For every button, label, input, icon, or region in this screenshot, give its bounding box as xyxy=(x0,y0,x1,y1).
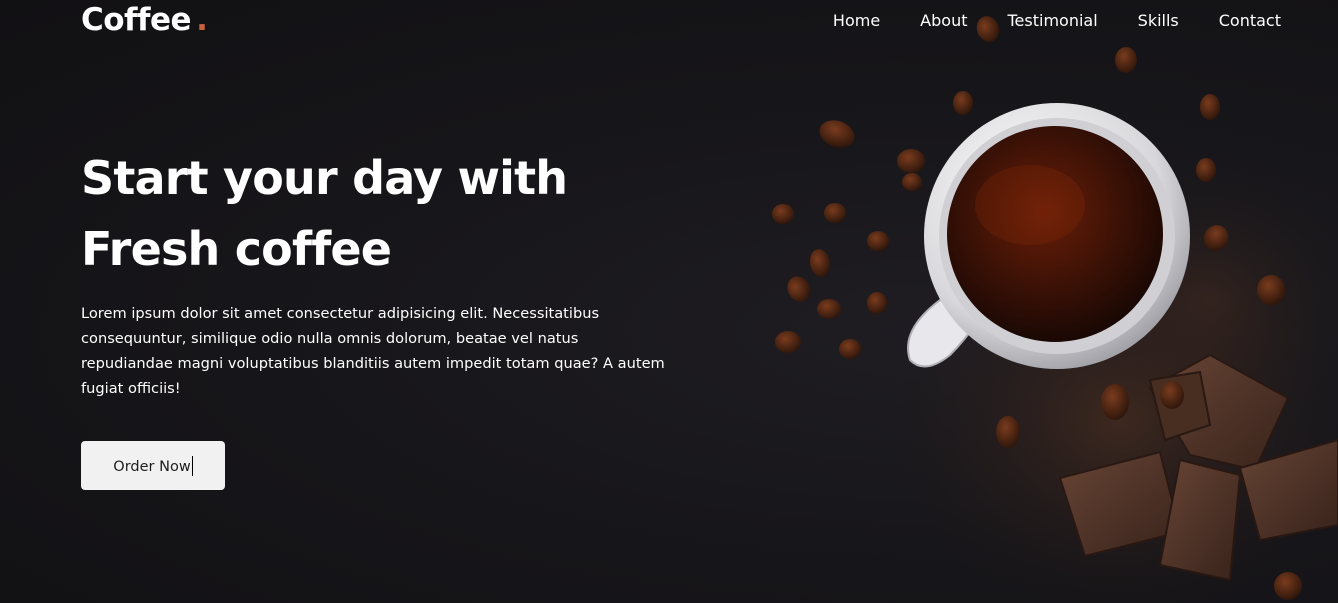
order-now-button[interactable]: Order Now xyxy=(81,441,225,490)
logo-text: Coffee xyxy=(81,2,192,38)
hero-title: Start your day with Fresh coffee xyxy=(81,143,568,285)
nav-link-home[interactable]: Home xyxy=(833,11,880,30)
hero-title-line-1: Start your day with xyxy=(81,151,568,205)
nav-menu: Home About Testimonial Skills Contact xyxy=(793,0,1281,40)
navbar: Coffee. Home About Testimonial Skills Co… xyxy=(0,0,1338,40)
nav-link-testimonial[interactable]: Testimonial xyxy=(1007,11,1097,30)
landing-page: Coffee. Home About Testimonial Skills Co… xyxy=(0,0,1338,603)
hero-title-line-2: Fresh coffee xyxy=(81,222,392,276)
logo-dot: . xyxy=(196,2,208,38)
order-now-label: Order Now xyxy=(113,458,191,475)
logo[interactable]: Coffee. xyxy=(81,0,208,40)
nav-link-contact[interactable]: Contact xyxy=(1219,11,1281,30)
coffee-hero-image xyxy=(772,16,1338,603)
nav-link-skills[interactable]: Skills xyxy=(1138,11,1179,30)
nav-link-about[interactable]: About xyxy=(920,11,967,30)
hero-description: Lorem ipsum dolor sit amet consectetur a… xyxy=(81,305,665,397)
text-cursor xyxy=(191,455,193,476)
coffee-cup xyxy=(924,103,1190,369)
